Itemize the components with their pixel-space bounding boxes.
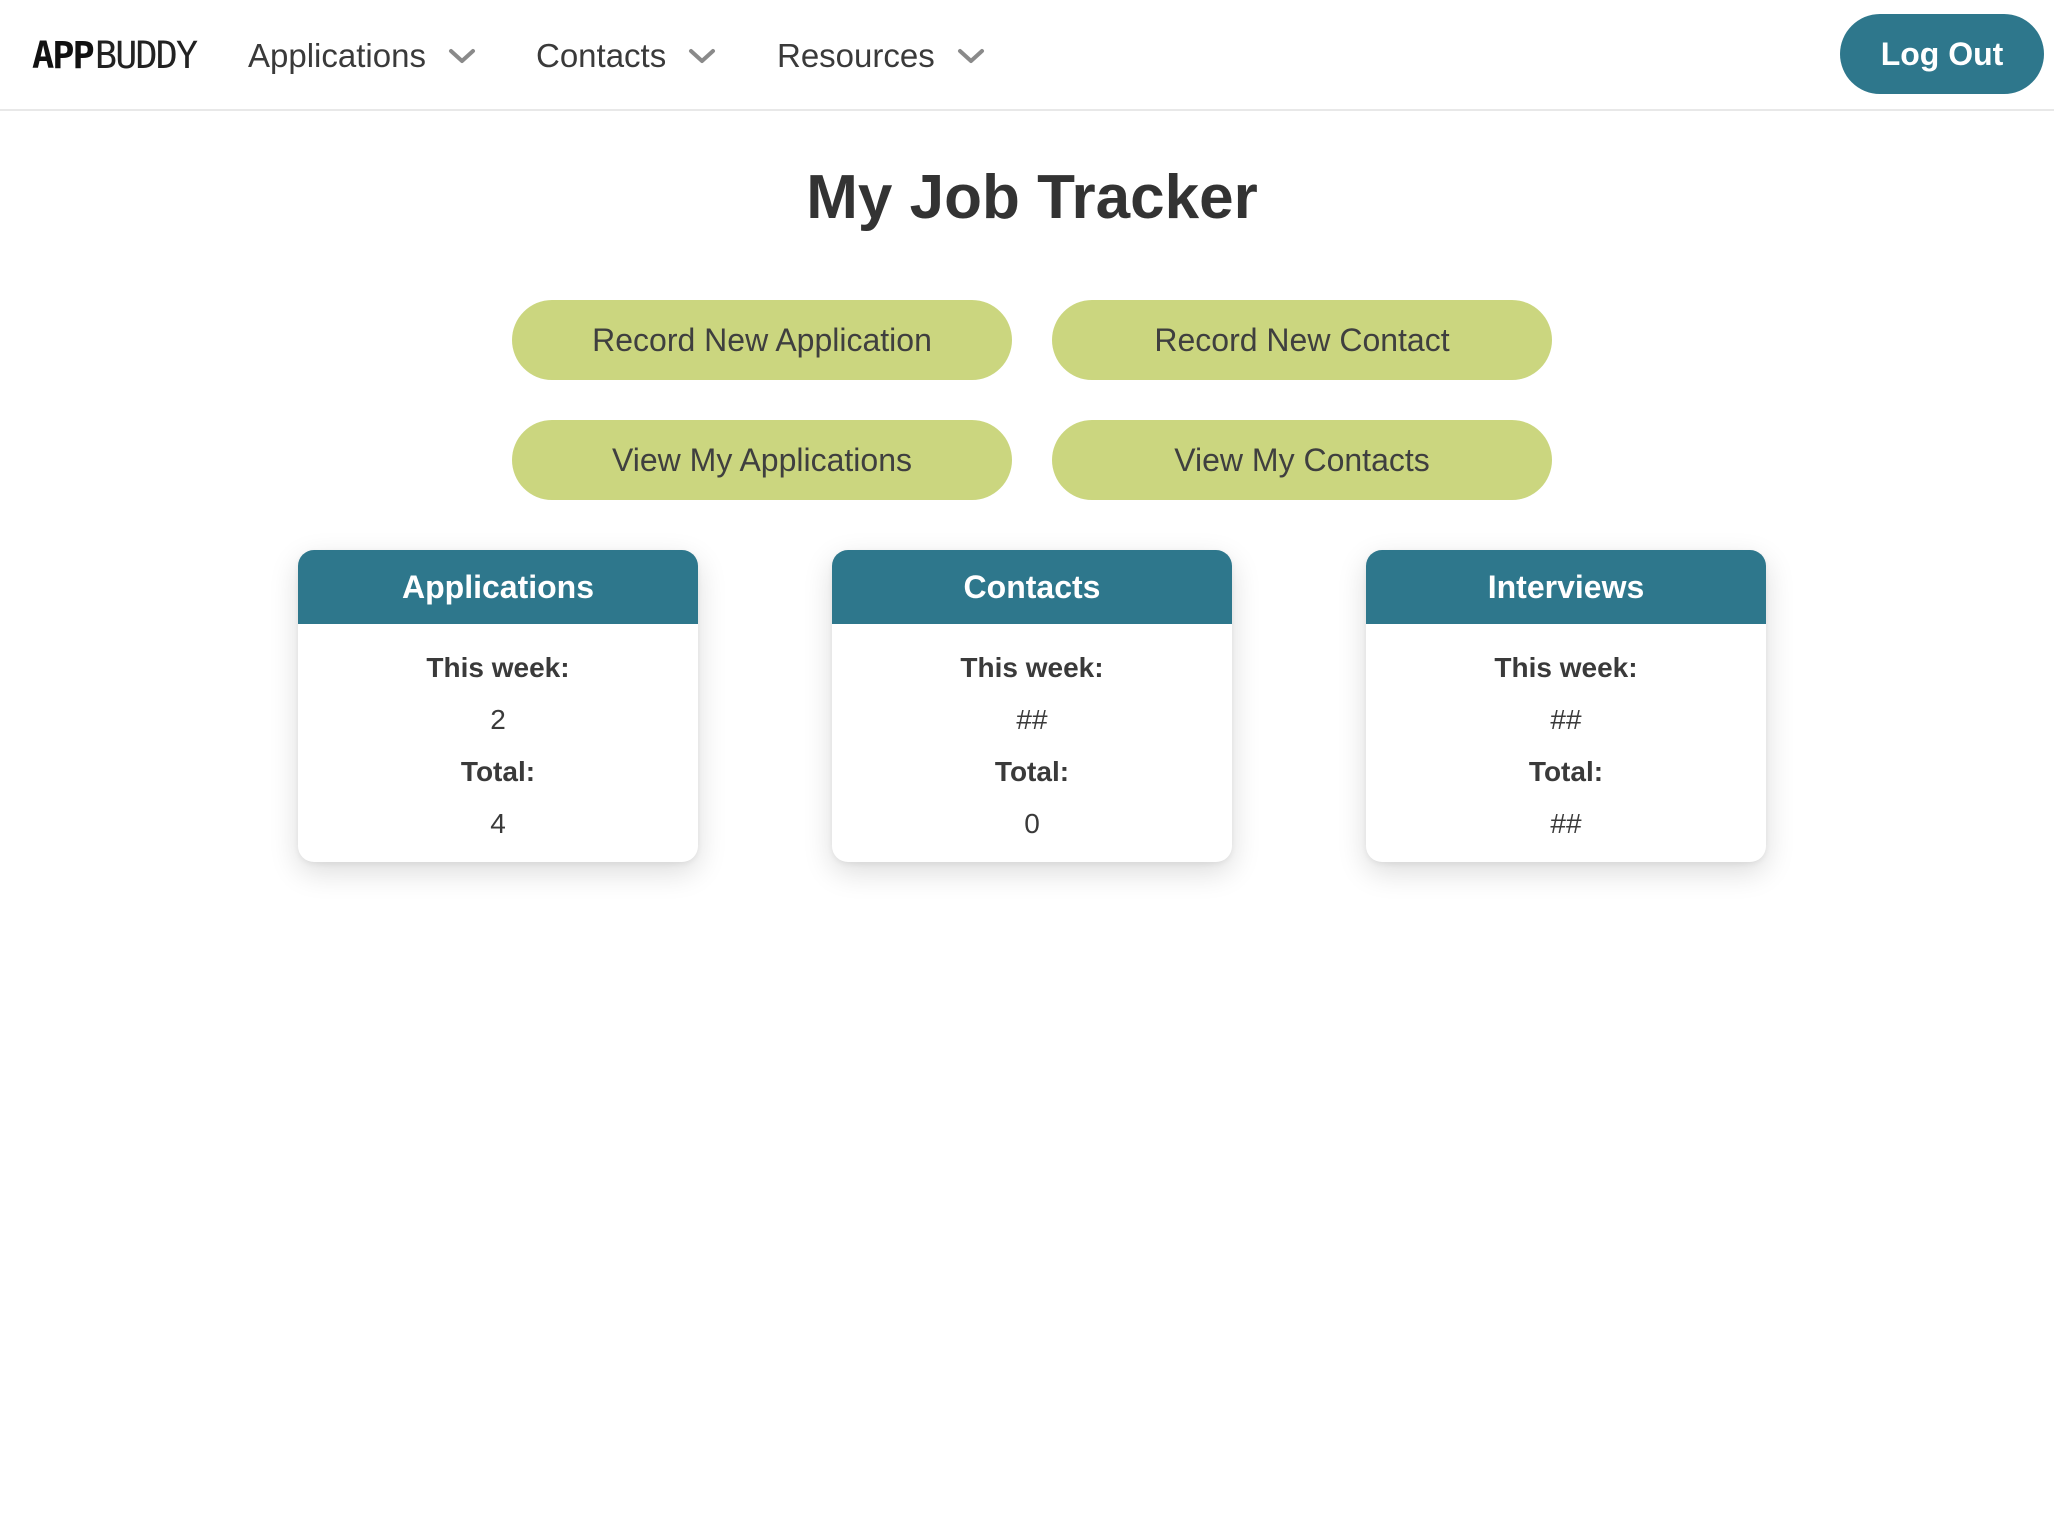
nav-item-label: Applications (248, 37, 426, 74)
logo-bold-text: APP (32, 34, 95, 77)
this-week-value: ## (1550, 704, 1582, 735)
total-label: Total: (994, 756, 1070, 787)
chevron-down-icon (448, 49, 475, 63)
app-logo[interactable]: APPBUDDY (32, 34, 198, 78)
this-week-label: This week: (1494, 652, 1638, 683)
view-my-contacts-button[interactable]: View My Contacts (1052, 420, 1552, 500)
applications-stats-card: Applications This week: 2 Total: 4 (298, 550, 698, 862)
card-body: This week: ## Total: ## (1366, 624, 1766, 850)
top-navbar: APPBUDDY Applications Contacts Resources… (0, 0, 2054, 111)
this-week-label: This week: (426, 652, 570, 683)
chevron-down-icon (689, 49, 716, 63)
contacts-stats-card: Contacts This week: ## Total: 0 (832, 550, 1232, 862)
logo-light-text: BUDDY (94, 34, 198, 77)
nav-item-resources[interactable]: Resources (777, 33, 985, 79)
card-title: Interviews (1366, 550, 1766, 624)
record-new-application-button[interactable]: Record New Application (512, 300, 1012, 380)
view-my-applications-button[interactable]: View My Applications (512, 420, 1012, 500)
total-label: Total: (460, 756, 536, 787)
card-title: Applications (298, 550, 698, 624)
total-value: 4 (490, 808, 506, 839)
nav-item-label: Contacts (536, 37, 667, 74)
record-new-contact-button[interactable]: Record New Contact (1052, 300, 1552, 380)
nav-item-applications[interactable]: Applications (248, 33, 476, 79)
total-value: ## (1550, 808, 1582, 839)
total-label: Total: (1528, 756, 1604, 787)
logout-button[interactable]: Log Out (1840, 14, 2044, 94)
this-week-value: ## (1016, 704, 1048, 735)
card-body: This week: 2 Total: 4 (298, 624, 698, 850)
card-title: Contacts (832, 550, 1232, 624)
nav-item-contacts[interactable]: Contacts (536, 33, 716, 79)
total-value: 0 (1024, 808, 1040, 839)
chevron-down-icon (957, 49, 984, 63)
nav-item-label: Resources (777, 37, 935, 74)
page-title: My Job Tracker (806, 163, 1258, 232)
this-week-label: This week: (960, 652, 1104, 683)
card-body: This week: ## Total: 0 (832, 624, 1232, 850)
this-week-value: 2 (490, 704, 506, 735)
interviews-stats-card: Interviews This week: ## Total: ## (1366, 550, 1766, 862)
